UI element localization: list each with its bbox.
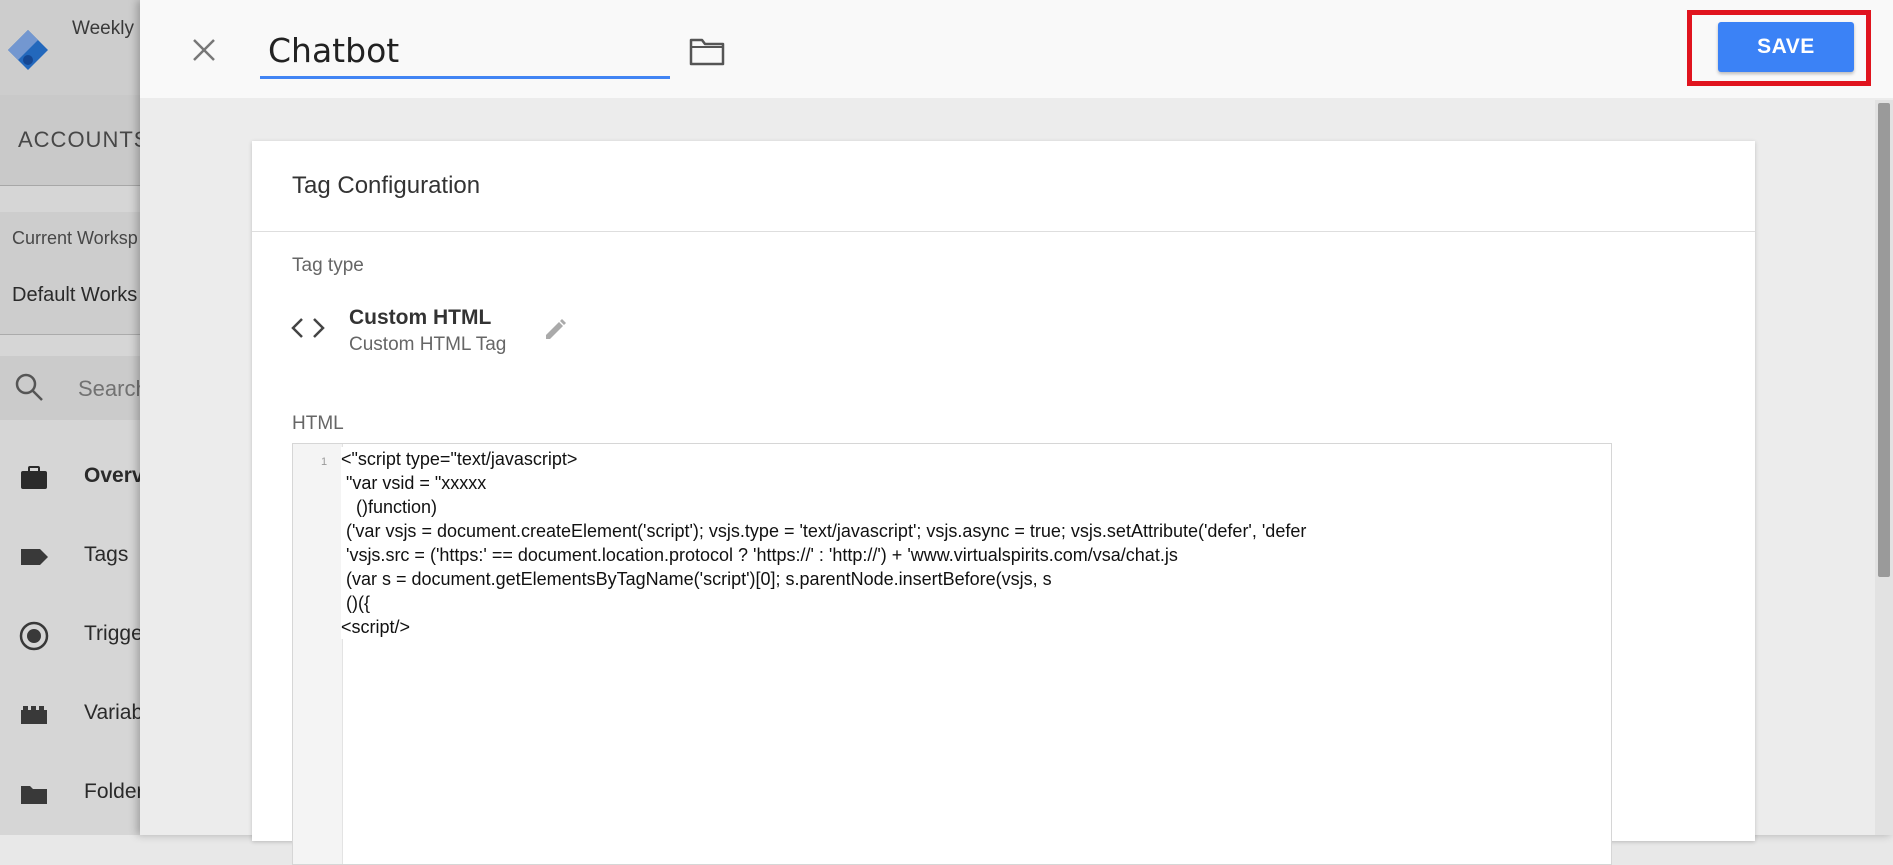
code-line: ()({: [341, 593, 370, 613]
save-button[interactable]: SAVE: [1718, 22, 1854, 72]
scrollbar[interactable]: [1875, 100, 1893, 835]
close-icon[interactable]: [184, 30, 224, 70]
tag-type-description: Custom HTML Tag: [349, 334, 507, 355]
tag-type-name[interactable]: Custom HTML: [349, 306, 491, 330]
tag-configuration-card: Tag Configuration Tag type Custom HTML C…: [252, 141, 1755, 865]
code-line: ()function): [341, 497, 438, 517]
code-line: ('var vsjs = document.createElement('scr…: [341, 521, 1307, 541]
html-code-editor[interactable]: 1 <"script type="text/javascript> "var v…: [292, 443, 1612, 865]
tag-name-input[interactable]: [260, 24, 670, 79]
line-number: 1: [321, 456, 328, 468]
card-title: Tag Configuration: [292, 172, 481, 199]
code-line: "var vsid = "xxxxx: [341, 473, 487, 493]
editor-gutter: 1: [293, 444, 343, 864]
code-line: 'vsjs.src = ('https:' == document.locati…: [341, 545, 1178, 565]
html-field-label: HTML: [292, 413, 344, 434]
tag-type-label: Tag type: [292, 255, 364, 276]
gtm-sidebar: Weekly ACCOUNTS Current Worksp Default W…: [0, 0, 160, 835]
sidebar-dim-overlay: [0, 0, 160, 835]
pencil-icon[interactable]: [542, 317, 568, 343]
code-line: <"script type="text/javascript>: [341, 449, 578, 469]
code-line: (var s = document.getElementsByTagName('…: [341, 569, 1052, 589]
tag-editor-panel: SAVE Tag Configuration Tag type Custom H…: [140, 0, 1893, 865]
card-title-bar: Tag Configuration: [252, 141, 1755, 232]
code-brackets-icon: [291, 318, 325, 338]
folder-icon[interactable]: [688, 34, 726, 68]
panel-header: SAVE: [140, 0, 1893, 98]
code-content[interactable]: <"script type="text/javascript> "var vsi…: [341, 447, 1601, 639]
code-line: <script/>: [341, 617, 411, 637]
scrollbar-thumb[interactable]: [1878, 103, 1890, 577]
